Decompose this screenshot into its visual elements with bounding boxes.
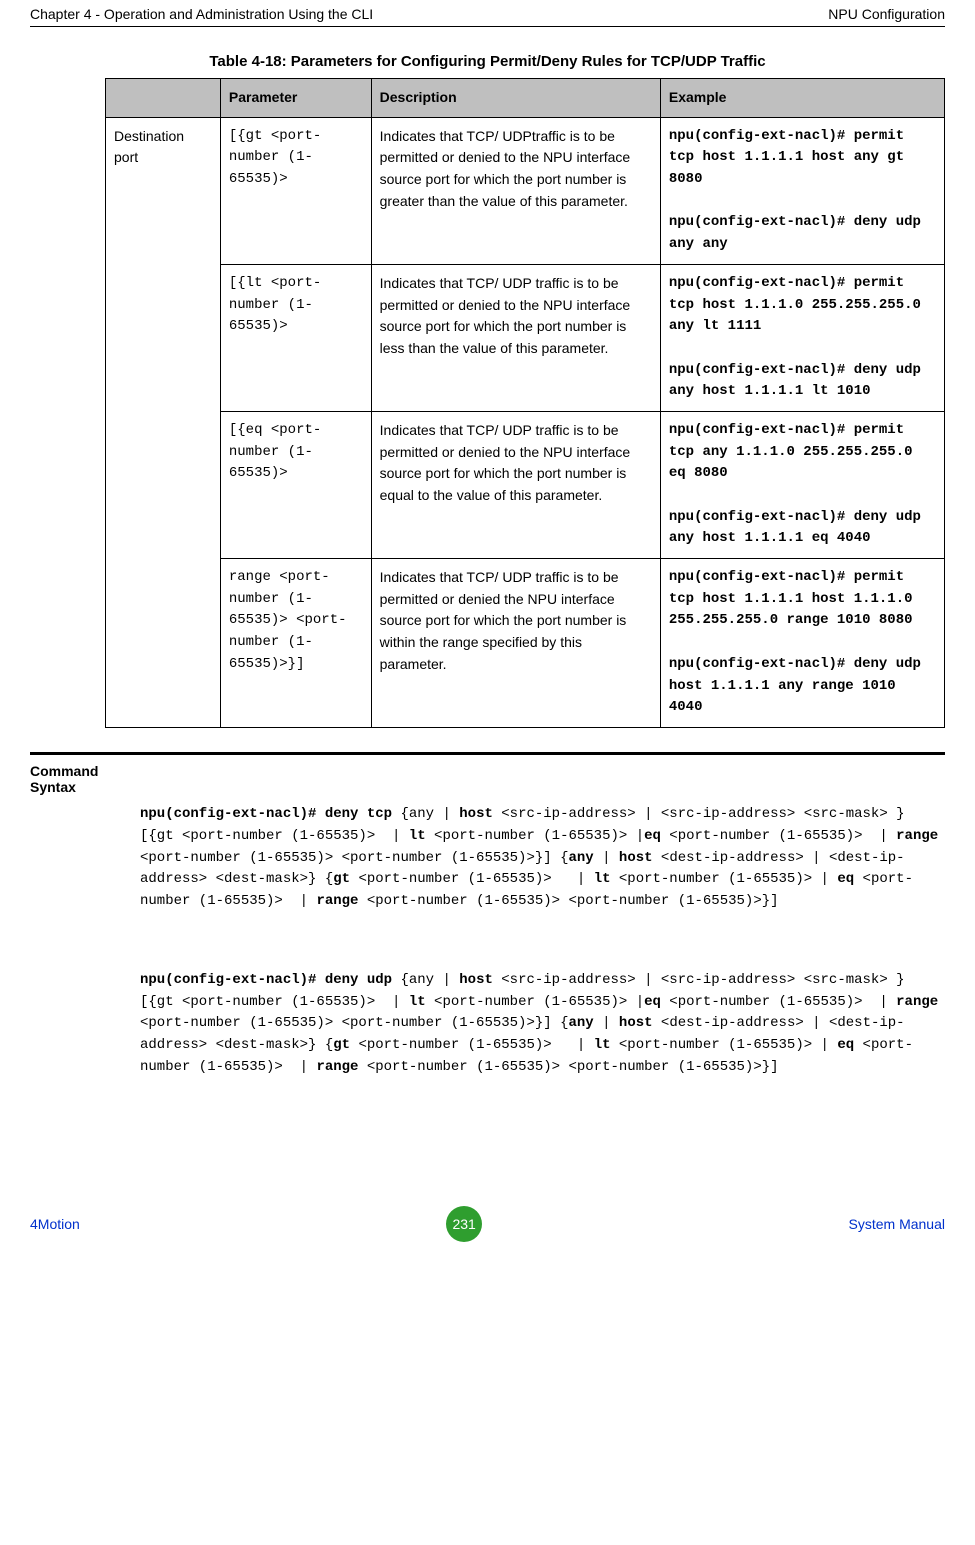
table-row: Destination port [{gt <port-number (1-65… xyxy=(106,117,945,264)
rules-table: Parameter Description Example Destinatio… xyxy=(105,78,945,728)
col-header-blank xyxy=(106,79,221,118)
page-footer: 4Motion 231 System Manual xyxy=(0,1206,975,1254)
desc-cell: Indicates that TCP/ UDP traffic is to be… xyxy=(371,264,660,411)
table-row: [{lt <port-number (1-65535)> Indicates t… xyxy=(106,264,945,411)
header-right: NPU Configuration xyxy=(828,6,945,22)
param-cell: [{eq <port-number (1-65535)> xyxy=(220,411,371,558)
example-line: npu(config-ext-nacl)# deny udp any any xyxy=(669,214,921,252)
label-command: Command xyxy=(30,763,98,779)
example-line: npu(config-ext-nacl)# permit tcp host 1.… xyxy=(669,569,913,628)
deny-tcp-syntax: npu(config-ext-nacl)# deny tcp {any | ho… xyxy=(140,804,945,912)
page-header: Chapter 4 - Operation and Administration… xyxy=(30,0,945,27)
page-number: 231 xyxy=(446,1206,482,1242)
command-syntax-label: Command Syntax xyxy=(30,761,140,1136)
footer-left: 4Motion xyxy=(30,1216,80,1232)
example-line: npu(config-ext-nacl)# deny udp host 1.1.… xyxy=(669,656,921,715)
table-row: [{eq <port-number (1-65535)> Indicates t… xyxy=(106,411,945,558)
example-line: npu(config-ext-nacl)# permit tcp host 1.… xyxy=(669,128,904,187)
example-line: npu(config-ext-nacl)# permit tcp host 1.… xyxy=(669,275,921,334)
example-cell: npu(config-ext-nacl)# permit tcp host 1.… xyxy=(660,117,944,264)
row-label-destination-port: Destination port xyxy=(106,117,221,727)
syntax-lead: npu(config-ext-nacl)# deny tcp xyxy=(140,806,392,822)
header-left: Chapter 4 - Operation and Administration… xyxy=(30,6,373,22)
footer-right: System Manual xyxy=(849,1216,945,1232)
table-header-row: Parameter Description Example xyxy=(106,79,945,118)
param-cell: range <port-number (1-65535)> <port-numb… xyxy=(220,559,371,728)
syntax-lead: npu(config-ext-nacl)# deny udp xyxy=(140,972,392,988)
example-cell: npu(config-ext-nacl)# permit tcp host 1.… xyxy=(660,264,944,411)
param-cell: [{gt <port-number (1-65535)> xyxy=(220,117,371,264)
deny-udp-syntax: npu(config-ext-nacl)# deny udp {any | ho… xyxy=(140,970,945,1078)
example-cell: npu(config-ext-nacl)# permit tcp host 1.… xyxy=(660,559,944,728)
desc-cell: Indicates that TCP/ UDP traffic is to be… xyxy=(371,559,660,728)
desc-cell: Indicates that TCP/ UDP traffic is to be… xyxy=(371,411,660,558)
col-header-description: Description xyxy=(371,79,660,118)
col-header-example: Example xyxy=(660,79,944,118)
table-title: Table 4-18: Parameters for Configuring P… xyxy=(30,53,945,70)
label-syntax: Syntax xyxy=(30,779,76,795)
command-syntax-text: npu(config-ext-nacl)# deny tcp {any | ho… xyxy=(140,761,945,1136)
param-cell: [{lt <port-number (1-65535)> xyxy=(220,264,371,411)
command-syntax-block: Command Syntax npu(config-ext-nacl)# den… xyxy=(30,752,945,1136)
example-line: npu(config-ext-nacl)# permit tcp any 1.1… xyxy=(669,422,913,481)
col-header-parameter: Parameter xyxy=(220,79,371,118)
example-cell: npu(config-ext-nacl)# permit tcp any 1.1… xyxy=(660,411,944,558)
desc-cell: Indicates that TCP/ UDPtraffic is to be … xyxy=(371,117,660,264)
table-row: range <port-number (1-65535)> <port-numb… xyxy=(106,559,945,728)
example-line: npu(config-ext-nacl)# deny udp any host … xyxy=(669,509,921,547)
example-line: npu(config-ext-nacl)# deny udp any host … xyxy=(669,362,921,400)
